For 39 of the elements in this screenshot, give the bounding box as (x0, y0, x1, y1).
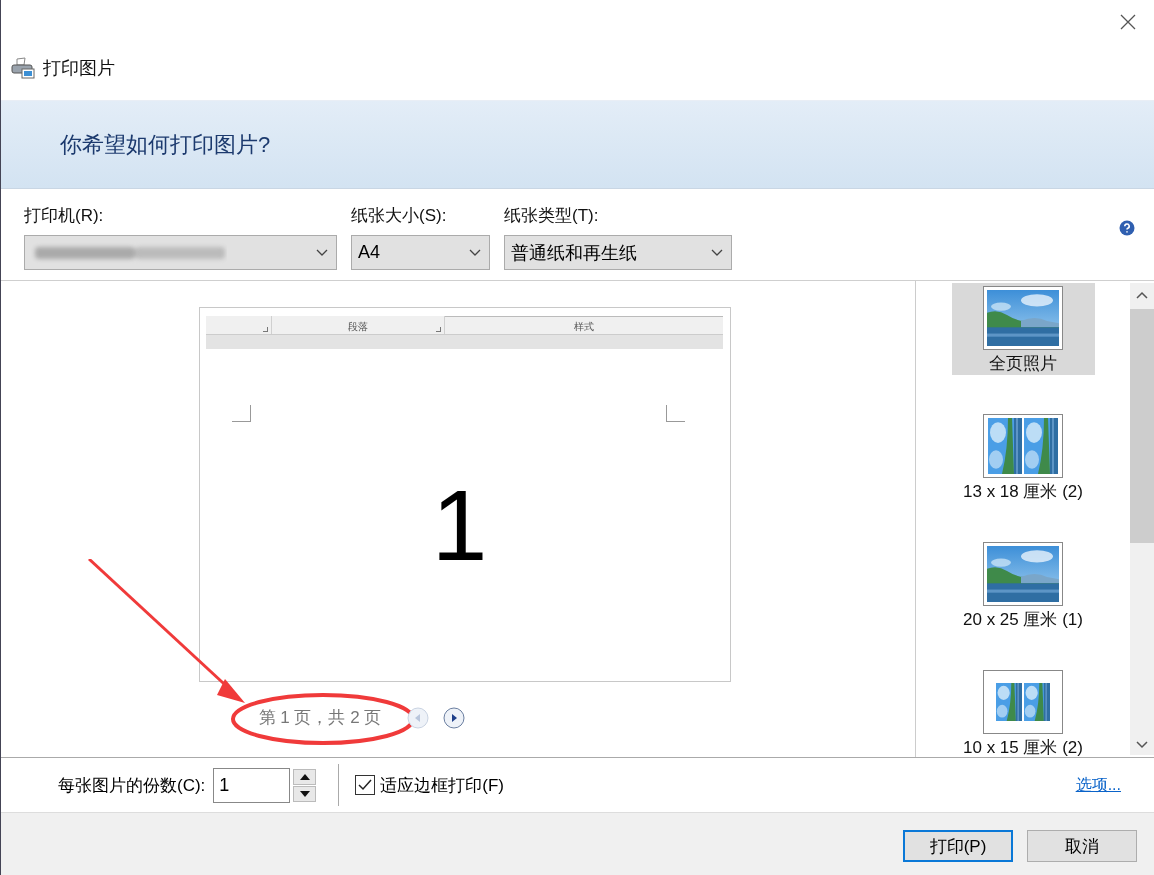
options-link[interactable]: 选项... (1075, 774, 1121, 796)
dialog-button[interactable]: 取消 (1027, 830, 1137, 862)
next-page-button[interactable] (443, 706, 466, 729)
close-icon[interactable] (1120, 14, 1136, 30)
up-triangle-icon (299, 773, 310, 780)
scrollbar-thumb[interactable] (1130, 309, 1154, 543)
chevron-down-icon (469, 248, 481, 257)
down-triangle-icon (299, 790, 310, 797)
window-title: 打印图片 (43, 57, 115, 80)
copies-label: 每张图片的份数(C): (58, 774, 206, 797)
layout-option[interactable]: 全页照片 (951, 283, 1095, 375)
dropdown[interactable]: 普通纸和再生纸 (504, 235, 732, 270)
page-indicator: 第 1 页，共 2 页 (258, 707, 382, 729)
page-number: 1 (431, 467, 488, 583)
dropdown-label: 打印机(R): (24, 205, 105, 227)
layout-option[interactable]: 10 x 15 厘米 (2) (951, 667, 1095, 759)
chevron-down-icon (711, 248, 723, 257)
layout-option[interactable]: 13 x 18 厘米 (2) (951, 411, 1095, 503)
help-icon[interactable] (1119, 220, 1135, 236)
checkbox[interactable] (355, 775, 376, 795)
printer-icon (11, 57, 35, 79)
dropdown[interactable]: A4 (351, 235, 490, 270)
dropdown-label: 纸张大小(S): (351, 205, 448, 227)
ribbon-label: 段落 (348, 320, 368, 334)
decrement-button[interactable] (293, 785, 317, 802)
copies-field[interactable]: 1 (213, 767, 291, 803)
scroll-down-icon[interactable] (1136, 741, 1148, 749)
margin-mark (232, 405, 251, 422)
margin-mark (666, 405, 685, 422)
scrollbar[interactable] (1130, 283, 1154, 755)
increment-button[interactable] (293, 768, 317, 785)
dialog-heading: 你希望如何打印图片? (60, 130, 271, 159)
dialog-button[interactable]: 打印(P) (903, 830, 1013, 862)
layout-option[interactable]: 20 x 25 厘米 (1) (951, 539, 1095, 631)
checkbox-label: 适应边框打印(F) (380, 774, 505, 797)
scroll-up-icon[interactable] (1136, 291, 1148, 299)
dropdown-label: 纸张类型(T): (504, 205, 600, 227)
chevron-down-icon (316, 248, 328, 257)
ribbon-label: 样式 (574, 320, 594, 334)
